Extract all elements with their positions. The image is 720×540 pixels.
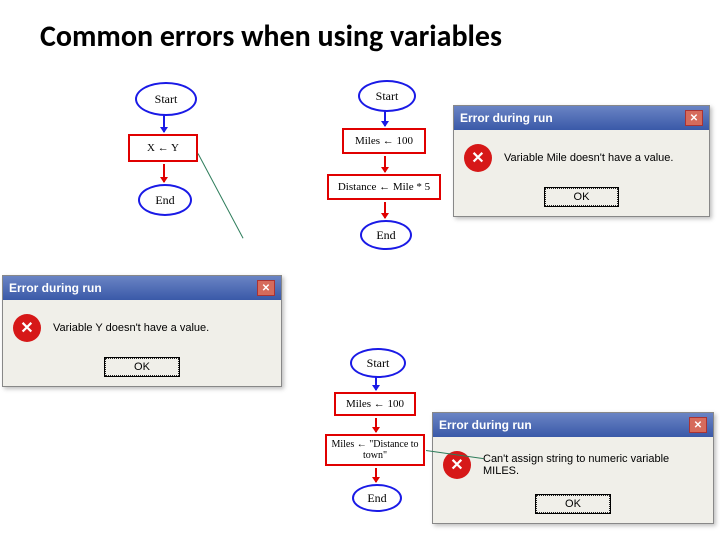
fc3-step1: Miles ← 100	[334, 392, 416, 416]
dialog-title-text: Error during run	[9, 281, 102, 295]
close-icon[interactable]: ✕	[689, 417, 707, 433]
fc2-end: End	[360, 220, 412, 250]
arrow-icon	[384, 202, 386, 218]
dialog-titlebar: Error during run ✕	[3, 276, 281, 300]
arrow-icon	[163, 164, 165, 182]
dialog-titlebar: Error during run ✕	[433, 413, 713, 437]
page-title: Common errors when using variables	[40, 18, 502, 55]
arrow-icon	[375, 468, 377, 482]
fc1-step: X ← Y	[128, 134, 198, 162]
ok-button[interactable]: OK	[545, 188, 619, 206]
dialog-message: Variable Mile doesn't have a value.	[504, 152, 673, 164]
fc2-step2: Distance ← Mile * 5	[327, 174, 441, 200]
arrow-icon	[375, 418, 377, 432]
close-icon[interactable]: ✕	[257, 280, 275, 296]
error-icon: ✕	[13, 314, 41, 342]
fc2-start: Start	[358, 80, 416, 112]
fc3-end: End	[352, 484, 402, 512]
dialog-titlebar: Error during run ✕	[454, 106, 709, 130]
fc1-end: End	[138, 184, 192, 216]
ok-button[interactable]: OK	[536, 495, 610, 513]
dialog-title-text: Error during run	[460, 111, 553, 125]
arrow-icon	[384, 110, 386, 126]
error-dialog-3: Error during run ✕ ✕ Can't assign string…	[432, 412, 714, 524]
dialog-title-text: Error during run	[439, 418, 532, 432]
dialog-message: Can't assign string to numeric variable …	[483, 453, 703, 477]
pointer-line	[198, 153, 244, 238]
dialog-message: Variable Y doesn't have a value.	[53, 322, 209, 334]
arrow-icon	[163, 114, 165, 132]
fc1-start: Start	[135, 82, 197, 116]
fc2-step1: Miles ← 100	[342, 128, 426, 154]
fc3-start: Start	[350, 348, 406, 378]
ok-button[interactable]: OK	[105, 358, 179, 376]
fc3-step2: Miles ← "Distance to town"	[325, 434, 425, 466]
arrow-icon	[375, 376, 377, 390]
close-icon[interactable]: ✕	[685, 110, 703, 126]
error-icon: ✕	[464, 144, 492, 172]
arrow-icon	[384, 156, 386, 172]
error-dialog-1: Error during run ✕ ✕ Variable Y doesn't …	[2, 275, 282, 387]
error-dialog-2: Error during run ✕ ✕ Variable Mile doesn…	[453, 105, 710, 217]
